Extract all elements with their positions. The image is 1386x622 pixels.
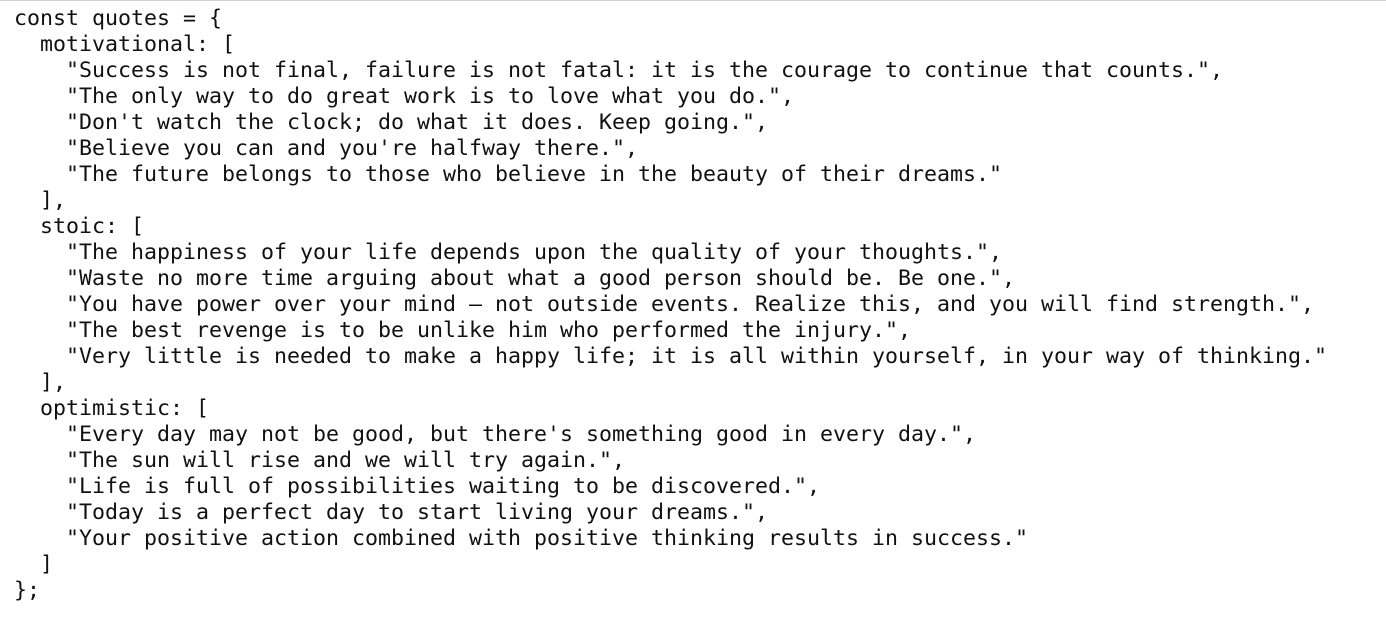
code-line: ], [14, 370, 67, 395]
code-view: const quotes = { motivational: [ "Succes… [0, 0, 1386, 622]
code-block[interactable]: const quotes = { motivational: [ "Succes… [14, 6, 1327, 604]
code-line: ] [14, 552, 54, 577]
code-line: "The happiness of your life depends upon… [14, 240, 1003, 265]
code-line: "Believe you can and you're halfway ther… [14, 136, 639, 161]
code-line: "The best revenge is to be unlike him wh… [14, 318, 912, 343]
code-line: "The future belongs to those who believe… [14, 162, 1003, 187]
code-line: optimistic: [ [14, 396, 210, 421]
code-line: "Every day may not be good, but there's … [14, 422, 977, 447]
code-line: "Today is a perfect day to start living … [14, 500, 769, 525]
code-line: const quotes = { [14, 6, 223, 31]
code-line: "Success is not final, failure is not fa… [14, 58, 1224, 83]
code-line: "Don't watch the clock; do what it does.… [14, 110, 769, 135]
code-line: "Life is full of possibilities waiting t… [14, 474, 821, 499]
code-line: "You have power over your mind – not out… [14, 292, 1315, 317]
code-line: }; [14, 578, 41, 603]
code-line: ], [14, 188, 67, 213]
code-line: stoic: [ [14, 214, 145, 239]
code-line: motivational: [ [14, 32, 236, 57]
code-line: "The sun will rise and we will try again… [14, 448, 626, 473]
code-line: "Waste no more time arguing about what a… [14, 266, 1016, 291]
code-line: "Your positive action combined with posi… [14, 526, 1029, 551]
code-line: "Very little is needed to make a happy l… [14, 344, 1328, 369]
code-line: "The only way to do great work is to lov… [14, 84, 795, 109]
